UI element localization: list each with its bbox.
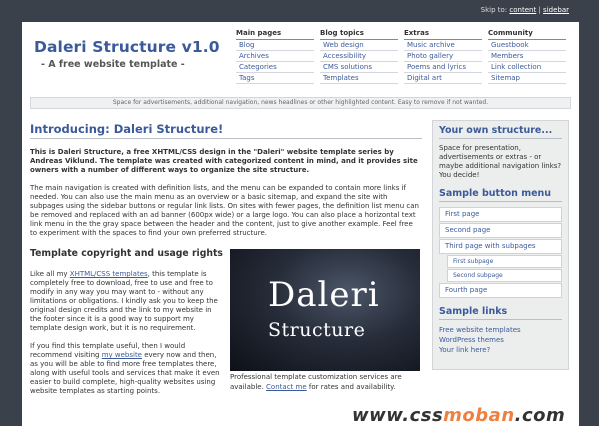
usage-rights-text: Like all my XHTML/CSS templates, this te… [30, 270, 225, 405]
site-title[interactable]: Daleri Structure v1.0 [34, 38, 220, 56]
sidebar-button-second-page[interactable]: Second page [439, 223, 562, 238]
skip-to-content-link[interactable]: content [509, 6, 536, 14]
nav-title: Blog topics [320, 28, 398, 40]
nav-column-main-pages: Main pages Blog Archives Categories Tags [236, 28, 314, 84]
sidebar: Your own structure... Space for presenta… [432, 120, 569, 370]
sidebar-link-your-link-here[interactable]: Your link here? [439, 345, 562, 355]
text-fragment: Like all my [30, 270, 70, 278]
daleri-structure-banner-image: Daleri Structure [230, 249, 420, 371]
sidebar-title-your-own-structure: Your own structure... [439, 125, 562, 139]
section-heading: Template copyright and usage rights [30, 248, 223, 259]
nav-item-categories[interactable]: Categories [236, 62, 314, 73]
text-fragment: , this template is completely free to do… [30, 270, 218, 332]
sidebar-button-fourth-page[interactable]: Fourth page [439, 283, 562, 298]
usage-paragraph-2: If you find this template useful, then I… [30, 342, 225, 396]
nav-item-templates[interactable]: Templates [320, 73, 398, 84]
intro-paragraph: This is Daleri Structure, a free XHTML/C… [30, 148, 418, 174]
sidebar-title-sample-button-menu: Sample button menu [439, 188, 562, 202]
nav-item-photo-gallery[interactable]: Photo gallery [404, 51, 482, 62]
banner-text-daleri: Daleri [268, 275, 380, 315]
sidebar-button-third-page[interactable]: Third page with subpages [439, 239, 562, 254]
site-logo: Daleri Structure v1.0 - A free website t… [34, 38, 220, 70]
nav-item-web-design[interactable]: Web design [320, 40, 398, 51]
sidebar-link-free-website-templates[interactable]: Free website templates [439, 325, 562, 335]
banner-text-structure: Structure [268, 319, 366, 341]
nav-title: Community [488, 28, 566, 40]
nav-title: Extras [404, 28, 482, 40]
nav-column-blog-topics: Blog topics Web design Accessibility CMS… [320, 28, 398, 84]
nav-item-digital-art[interactable]: Digital art [404, 73, 482, 84]
contact-me-link[interactable]: Contact me [266, 383, 307, 391]
site-slogan: - A free website template - [41, 59, 185, 70]
skip-links: Skip to: content | sidebar [481, 6, 569, 14]
main-content: Introducing: Daleri Structure! This is D… [30, 122, 422, 238]
page-title: Introducing: Daleri Structure! [30, 122, 422, 139]
watermark-accent: moban [443, 405, 515, 426]
nav-item-blog[interactable]: Blog [236, 40, 314, 51]
nav-column-community: Community Guestbook Members Link collect… [488, 28, 566, 84]
nav-item-members[interactable]: Members [488, 51, 566, 62]
nav-item-link-collection[interactable]: Link collection [488, 62, 566, 73]
nav-item-music-archive[interactable]: Music archive [404, 40, 482, 51]
banner-caption: Professional template customization serv… [230, 372, 430, 392]
page-container: Daleri Structure v1.0 - A free website t… [22, 22, 579, 426]
nav-item-tags[interactable]: Tags [236, 73, 314, 84]
nav-item-sitemap[interactable]: Sitemap [488, 73, 566, 84]
watermark-part: www.css [352, 405, 444, 426]
sidebar-title-sample-links: Sample links [439, 306, 562, 320]
ad-bar: Space for advertisements, additional nav… [30, 97, 571, 109]
skip-to-sidebar-link[interactable]: sidebar [543, 6, 569, 14]
usage-paragraph-1: Like all my XHTML/CSS templates, this te… [30, 270, 225, 333]
nav-item-cms-solutions[interactable]: CMS solutions [320, 62, 398, 73]
sidebar-button-first-subpage[interactable]: First subpage [447, 255, 562, 268]
nav-title: Main pages [236, 28, 314, 40]
nav-item-archives[interactable]: Archives [236, 51, 314, 62]
sidebar-button-second-subpage[interactable]: Second subpage [447, 269, 562, 282]
xhtml-css-templates-link[interactable]: XHTML/CSS templates [70, 270, 148, 278]
body-paragraph: The main navigation is created with defi… [30, 184, 419, 237]
cssmoban-watermark: www.cssmoban.com [352, 405, 565, 426]
sidebar-link-wordpress-themes[interactable]: WordPress themes [439, 335, 562, 345]
nav-column-extras: Extras Music archive Photo gallery Poems… [404, 28, 482, 84]
skip-separator: | [538, 6, 541, 14]
sidebar-button-first-page[interactable]: First page [439, 207, 562, 222]
nav-item-poems-and-lyrics[interactable]: Poems and lyrics [404, 62, 482, 73]
watermark-part: .com [514, 405, 566, 426]
text-fragment: for rates and availability. [306, 383, 396, 391]
my-website-link[interactable]: my website [102, 351, 142, 359]
sidebar-text: Space for presentation, advertisements o… [439, 144, 562, 179]
skip-label: Skip to: [480, 6, 508, 14]
nav-item-accessibility[interactable]: Accessibility [320, 51, 398, 62]
nav-item-guestbook[interactable]: Guestbook [488, 40, 566, 51]
